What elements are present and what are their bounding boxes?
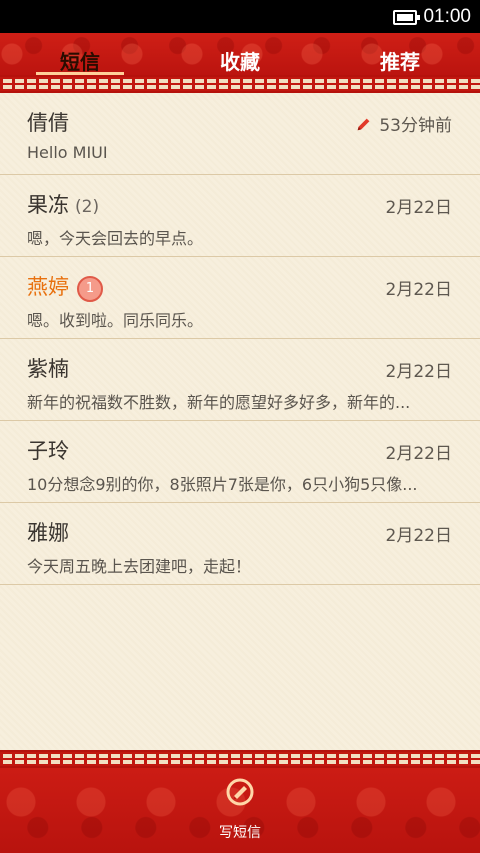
pencil-icon [358,118,370,130]
contact-name: 雅娜 [27,521,69,545]
message-snippet: 10分想念9别的你，8张照片7张是你，6只小狗5只像... [27,475,418,494]
message-time: 2月22日 [385,526,452,546]
compose-button[interactable]: 写短信 [190,768,290,853]
status-time: 01:00 [423,6,471,27]
message-snippet: Hello MIUI [27,143,108,162]
message-time: 2月22日 [385,444,452,464]
unread-badge: 1 [77,276,103,302]
message-time: 2月22日 [385,362,452,382]
tab-favorites[interactable]: 收藏 [160,33,320,75]
tab-sms[interactable]: 短信 [0,33,160,75]
contact-name: 紫楠 [27,357,69,381]
compose-icon [226,778,254,806]
message-list: 倩倩 53分钟前 Hello MIUI 果冻 (2) 2月22日 嗯，今天会回去的… [0,93,480,750]
message-row[interactable]: 紫楠 2月22日 新年的祝福数不胜数，新年的愿望好多好多，新年的... [0,339,480,421]
bottom-bar: 写短信 [0,768,480,853]
message-count: (2) [75,197,100,217]
header-tabs: 短信 收藏 推荐 [0,33,480,75]
contact-name: 倩倩 [27,111,69,135]
message-snippet: 嗯，今天会回去的早点。 [27,229,204,248]
tab-recommended[interactable]: 推荐 [320,33,480,75]
message-row[interactable]: 子玲 2月22日 10分想念9别的你，8张照片7张是你，6只小狗5只像... [0,421,480,503]
message-time: 53分钟前 [355,111,452,136]
message-time: 2月22日 [385,280,452,300]
battery-icon [393,9,421,25]
message-time: 2月22日 [385,198,452,218]
message-row[interactable]: 燕婷 1 2月22日 嗯。收到啦。同乐同乐。 [0,257,480,339]
message-row[interactable]: 雅娜 2月22日 今天周五晚上去团建吧，走起！ [0,503,480,585]
contact-name: 果冻 (2) [27,193,100,217]
status-bar: 01:00 [0,0,480,33]
contact-name: 燕婷 1 [27,271,103,302]
message-snippet: 今天周五晚上去团建吧，走起！ [27,557,252,576]
message-row[interactable]: 果冻 (2) 2月22日 嗯，今天会回去的早点。 [0,175,480,257]
contact-name: 子玲 [27,439,69,463]
decorative-border-bottom [0,750,480,768]
status-right: 01:00 [393,5,471,29]
decorative-border-top [0,75,480,93]
message-snippet: 嗯。收到啦。同乐同乐。 [27,311,204,330]
compose-label: 写短信 [219,825,261,841]
message-snippet: 新年的祝福数不胜数，新年的愿望好多好多，新年的... [27,393,411,412]
message-row[interactable]: 倩倩 53分钟前 Hello MIUI [0,93,480,175]
